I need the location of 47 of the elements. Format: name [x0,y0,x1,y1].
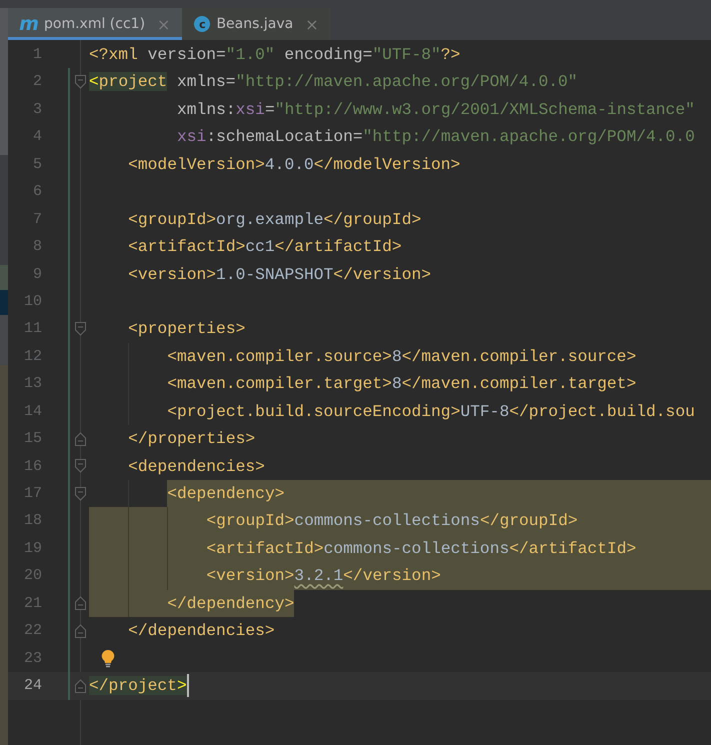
line-number: 2 [32,72,42,92]
line-number: 3 [32,100,42,120]
code-line: <version>1.0-SNAPSHOT</version> [128,264,432,286]
line-number: 13 [22,374,42,394]
line-number: 10 [22,292,42,312]
code-line: <groupId>org.example</groupId> [128,208,422,231]
code-line: <artifactId>cc1</artifactId> [128,236,402,258]
line-number: 11 [22,319,42,340]
code-line: xmlns:xsi="http://www.w3.org/2001/XMLSchema-instance" [177,98,695,121]
code-line: <properties> [128,318,246,340]
line-number: 16 [22,456,42,477]
line-number: 17 [22,484,42,504]
code-line: xsi:schemaLocation="http://maven.apache.org/POM/4.0.0 [177,126,695,148]
code-line: <artifactId>commons-collections</artifactId> [206,538,636,560]
code-line: <maven.compiler.source>8</maven.compiler.source> [167,346,636,368]
code-line: <project xmlns="http://maven.apache.org/POM/4.0.0" [89,71,578,94]
line-number: 4 [32,127,42,148]
line-number: 23 [22,648,42,669]
editor-tab[interactable]: m pom.xml (cc1) × [8,8,182,40]
line-number: 8 [32,237,42,258]
line-number: 22 [22,621,42,642]
code-line: <maven.compiler.target>8</maven.compiler.target> [167,373,636,396]
close-icon[interactable]: × [305,14,319,34]
line-number: 6 [32,182,42,202]
line-number: 21 [22,594,42,614]
line-number: 14 [22,402,42,422]
code-line: <groupId>commons-collections</groupId> [206,510,578,532]
line-number: 19 [22,538,42,559]
code-line: <modelVersion>4.0.0</modelVersion> [128,154,460,176]
maven-file-icon: m [20,14,38,34]
code-line: <project.build.sourceEncoding>UTF-8</project.build.sou [167,400,695,423]
code-line: </properties> [128,428,256,450]
code-line: <?xml version="1.0" encoding="UTF-8"?> [89,44,460,66]
code-line: </project> [89,673,189,700]
line-number: 24 [22,676,42,696]
class-file-icon: c [194,16,210,32]
line-number: 12 [22,346,42,367]
line-number: 1 [32,45,42,65]
code-line: <dependencies> [128,456,265,478]
code-line: <version>3.2.1</version> [206,565,441,588]
line-number: 18 [22,511,42,532]
line-number: 15 [22,429,42,450]
line-number: 5 [32,154,42,175]
line-number: 7 [32,210,42,230]
line-number: 20 [22,566,42,586]
line-number: 9 [32,264,42,284]
code-line: </dependencies> [128,620,275,642]
